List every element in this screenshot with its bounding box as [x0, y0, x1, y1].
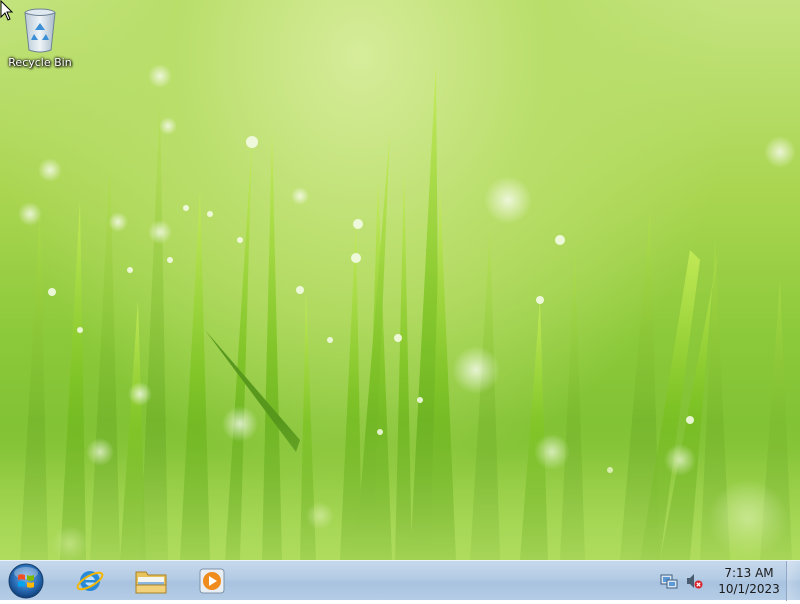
- clock-date: 10/1/2023: [718, 582, 780, 596]
- windows-media-player-icon: [199, 568, 225, 594]
- internet-explorer-icon: [76, 571, 104, 591]
- clock[interactable]: 7:13 AM 10/1/2023: [716, 565, 782, 597]
- system-tray: 7:13 AM 10/1/2023: [660, 561, 782, 601]
- windows-start-icon: [8, 563, 44, 599]
- taskbar: 7:13 AM 10/1/2023: [0, 560, 800, 601]
- recycle-bin-icon: [24, 8, 56, 53]
- taskbar-windows-media-player-button[interactable]: [186, 563, 238, 599]
- recycle-bin-label: Recycle Bin: [8, 56, 72, 69]
- grass-wallpaper-image: [0, 62, 800, 560]
- recycle-bin-desktop-icon[interactable]: Recycle Bin: [4, 6, 76, 76]
- mouse-cursor-icon: [0, 0, 14, 21]
- network-icon[interactable]: [660, 572, 678, 590]
- taskbar-windows-explorer-button[interactable]: [125, 563, 177, 599]
- windows-explorer-icon: [135, 571, 167, 594]
- taskbar-internet-explorer-button[interactable]: [64, 563, 116, 599]
- desktop-wallpaper: Recycle Bin: [0, 0, 800, 560]
- clock-time: 7:13 AM: [724, 566, 774, 580]
- show-desktop-button[interactable]: [786, 561, 800, 601]
- start-button[interactable]: [6, 562, 46, 600]
- volume-muted-icon[interactable]: [685, 572, 703, 590]
